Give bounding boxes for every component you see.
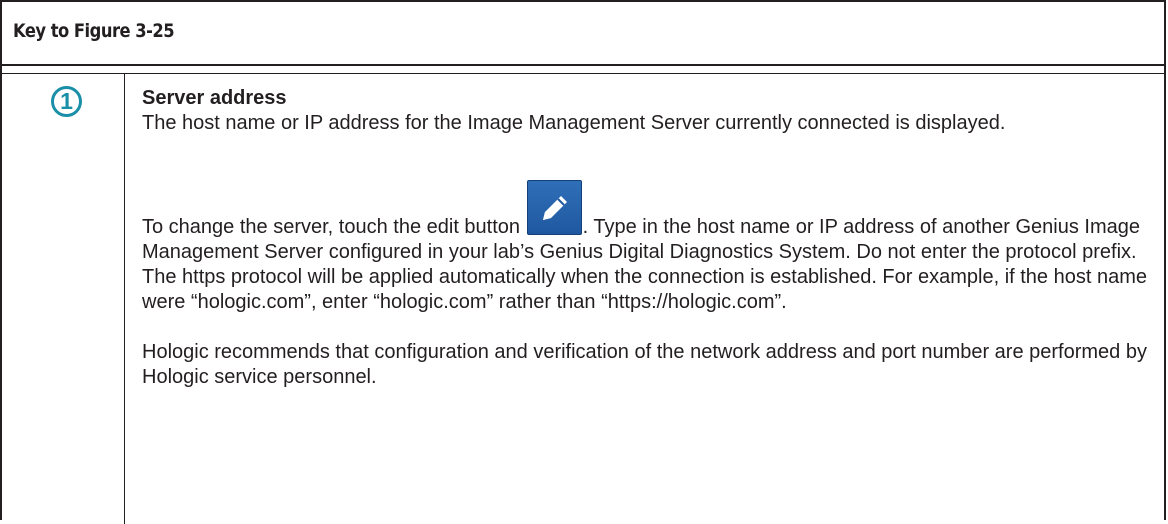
key-header-title: Key to Figure 3-25 [13, 20, 175, 42]
pencil-icon [542, 196, 567, 220]
description-cell: Server address The host name or IP addre… [126, 74, 1164, 524]
callout-number-badge: 1 [51, 86, 82, 117]
key-header: Key to Figure 3-25 [2, 2, 1164, 66]
header-divider [2, 66, 1164, 74]
paragraph-recommendation: Hologic recommends that configuration an… [142, 341, 1147, 388]
description-text: Server address The host name or IP addre… [142, 86, 1147, 390]
callout-cell: 1 [2, 74, 125, 524]
item-heading: Server address [142, 87, 287, 109]
key-table: Key to Figure 3-25 1 Server address The … [0, 0, 1166, 524]
paragraph-change-server-lead: To change the server, touch the edit but… [142, 216, 526, 238]
edit-button-pencil-icon [526, 180, 582, 235]
paragraph-change-server: To change the server, touch the edit but… [142, 180, 1147, 315]
paragraph-current-server: The host name or IP address for the Imag… [142, 112, 1006, 134]
